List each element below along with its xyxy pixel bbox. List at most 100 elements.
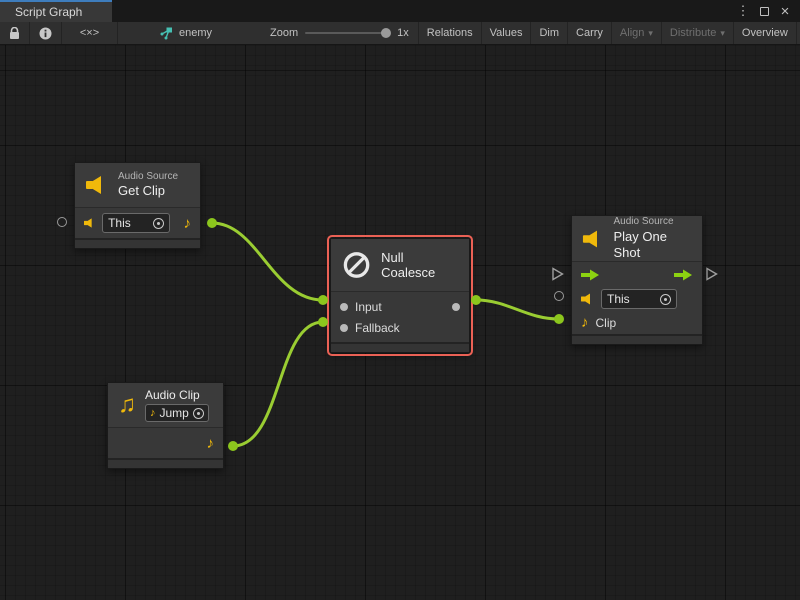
input-port[interactable]: [340, 303, 348, 311]
triangle-port-icon: [705, 267, 718, 281]
tab-script-graph[interactable]: Script Graph: [0, 0, 112, 22]
values-button[interactable]: Values: [481, 22, 531, 44]
node-play-one-shot[interactable]: Audio Source Play One Shot: [571, 215, 703, 345]
align-button: Align ▾: [611, 22, 661, 44]
object-picker-icon[interactable]: [193, 408, 204, 419]
this-target-field[interactable]: This: [601, 289, 677, 309]
overview-button[interactable]: Overview: [733, 22, 796, 44]
audio-source-icon: [85, 175, 109, 195]
zoom-control: Zoom 1x: [261, 22, 418, 44]
node-header: Audio Source Play One Shot: [572, 216, 702, 262]
this-target-field[interactable]: This: [102, 213, 169, 233]
relations-button[interactable]: Relations: [418, 22, 481, 44]
close-icon[interactable]: ×: [778, 4, 792, 18]
port-dot[interactable]: [318, 317, 328, 327]
music-note-icon[interactable]: ♪: [581, 315, 589, 330]
fullscreen-button[interactable]: Full Screen: [796, 22, 800, 44]
port-row-fallback: Fallback: [331, 317, 469, 338]
port-label: Input: [355, 300, 382, 314]
node-title: Null Coalesce: [381, 250, 459, 280]
node-title: Play One Shot: [613, 229, 692, 262]
graph-toolbar: <×> enemy Zoom 1x Relations Values Dim C…: [0, 22, 800, 45]
code-view-toggle[interactable]: <×>: [62, 22, 118, 44]
port-row: This ♪: [75, 208, 200, 238]
info-button[interactable]: [30, 22, 62, 44]
port-row-clip: ♪ Clip: [572, 311, 702, 334]
music-note-icon: ♪: [150, 408, 156, 419]
lock-button[interactable]: [0, 22, 30, 44]
node-null-coalesce[interactable]: Null Coalesce Input Fallback: [330, 238, 470, 353]
node-footer: [108, 458, 223, 468]
port-dot[interactable]: [471, 295, 481, 305]
kebab-menu-icon[interactable]: ⋮: [736, 4, 750, 18]
audio-source-icon: [581, 293, 594, 305]
node-category: Audio Source: [118, 171, 178, 184]
port-row: ♪: [108, 428, 223, 458]
carry-button[interactable]: Carry: [567, 22, 611, 44]
audio-clip-value-field[interactable]: ♪ Jump: [145, 404, 209, 422]
unity-script-graph-window: Script Graph ⋮ × <×>: [0, 0, 800, 600]
port-dot[interactable]: [207, 218, 217, 228]
graph-icon: [159, 27, 174, 40]
node-title: Audio Clip: [145, 388, 209, 403]
chevron-down-icon: ▾: [720, 28, 725, 39]
null-coalesce-icon: [341, 249, 372, 281]
graph-reference[interactable]: enemy: [150, 22, 221, 44]
maximize-icon[interactable]: [757, 4, 771, 18]
dim-button[interactable]: Dim: [530, 22, 567, 44]
control-flow-row: [572, 262, 702, 287]
playoneshot-self-port[interactable]: [554, 291, 564, 301]
port-row-input: Input: [331, 296, 469, 317]
playoneshot-enter-port[interactable]: [551, 267, 564, 286]
info-icon: [39, 27, 52, 40]
node-body: This ♪: [75, 208, 200, 238]
port-row-this: This: [572, 287, 702, 311]
node-footer: [331, 342, 469, 352]
port-label: Fallback: [355, 321, 400, 335]
triangle-port-icon: [551, 267, 564, 281]
playoneshot-exit-port[interactable]: [705, 267, 718, 286]
fallback-port[interactable]: [340, 324, 348, 332]
node-body: ♪: [108, 428, 223, 458]
node-title: Get Clip: [118, 183, 178, 199]
code-view-icon: <×>: [80, 27, 99, 39]
node-category: Audio Source: [613, 216, 692, 229]
audio-source-icon: [84, 217, 95, 229]
graph-name: enemy: [179, 27, 212, 39]
node-header: Audio Source Get Clip: [75, 163, 200, 208]
audio-source-icon: [582, 229, 604, 249]
wire-getclip-to-input[interactable]: [212, 223, 323, 300]
graph-canvas[interactable]: Audio Source Get Clip This ♪: [0, 45, 800, 600]
flow-in-arrow-icon[interactable]: [581, 269, 600, 281]
port-dot[interactable]: [228, 441, 238, 451]
tab-label: Script Graph: [15, 5, 82, 19]
node-header: ♫ Audio Clip ♪ Jump: [108, 383, 223, 428]
zoom-slider[interactable]: [305, 32, 390, 34]
node-header: Null Coalesce: [331, 239, 469, 292]
wire-audioclip-to-fallback[interactable]: [233, 322, 323, 446]
zoom-value: 1x: [397, 27, 409, 39]
node-body: Input Fallback: [331, 292, 469, 342]
chevron-down-icon: ▾: [648, 28, 653, 39]
lock-icon: [9, 27, 20, 40]
port-dot[interactable]: [554, 314, 564, 324]
node-audio-clip[interactable]: ♫ Audio Clip ♪ Jump ♪: [107, 382, 224, 469]
titlebar: Script Graph ⋮ ×: [0, 0, 800, 22]
zoom-slider-handle[interactable]: [381, 28, 391, 38]
maximize-box: [760, 7, 769, 16]
zoom-label: Zoom: [270, 27, 298, 39]
wire-result-to-clip[interactable]: [476, 300, 559, 319]
window-controls: ⋮ ×: [736, 0, 800, 22]
port-dot[interactable]: [318, 295, 328, 305]
node-footer: [572, 334, 702, 344]
distribute-button: Distribute ▾: [661, 22, 733, 44]
result-output-port[interactable]: [452, 303, 460, 311]
audio-clip-output-icon[interactable]: ♪: [207, 436, 215, 451]
node-get-clip[interactable]: Audio Source Get Clip This ♪: [74, 162, 201, 249]
flow-out-arrow-icon[interactable]: [674, 269, 693, 281]
audio-clip-icon: ♫: [118, 393, 136, 417]
getclip-self-port[interactable]: [57, 217, 67, 227]
object-picker-icon[interactable]: [660, 294, 671, 305]
object-picker-icon[interactable]: [153, 218, 164, 229]
audio-clip-output-icon[interactable]: ♪: [184, 216, 192, 231]
